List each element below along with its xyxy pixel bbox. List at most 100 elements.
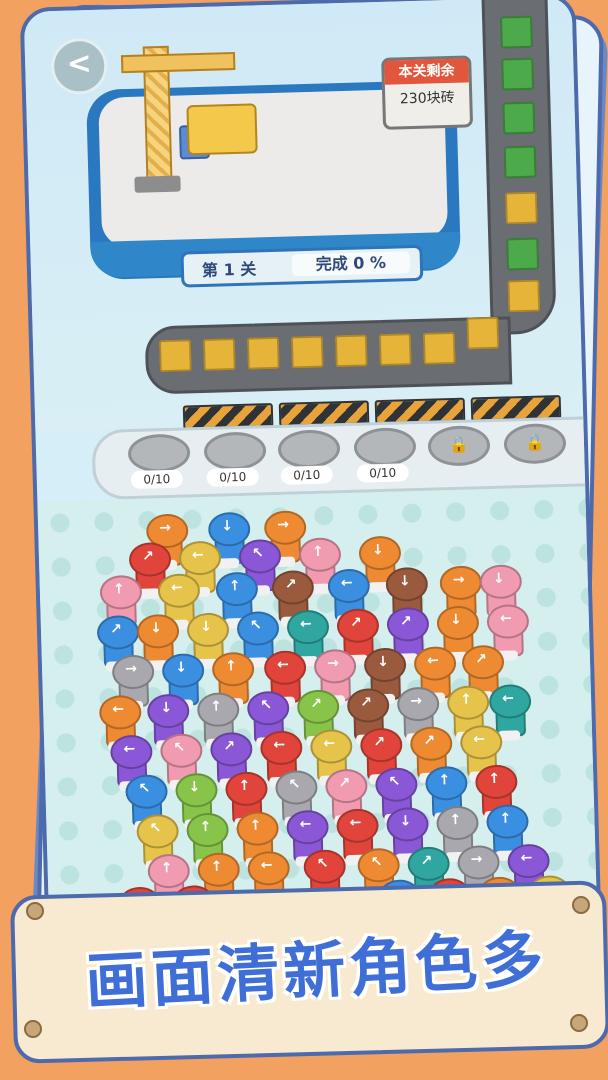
direction-arrow-icon: ← bbox=[260, 857, 273, 874]
direction-arrow-icon: ↖ bbox=[316, 855, 329, 872]
crane-base bbox=[134, 175, 181, 193]
brick-icon bbox=[422, 331, 456, 365]
nail-icon bbox=[26, 902, 44, 920]
direction-arrow-icon: ↑ bbox=[160, 860, 173, 877]
direction-arrow-icon: ← bbox=[323, 735, 336, 752]
direction-arrow-icon: ↓ bbox=[160, 699, 173, 717]
sign-title: 本关剩余 bbox=[384, 58, 469, 85]
direction-arrow-icon: ↗ bbox=[360, 694, 373, 711]
direction-arrow-icon: ↓ bbox=[199, 618, 213, 636]
nail-icon bbox=[570, 1014, 588, 1032]
direction-arrow-icon: ↓ bbox=[399, 813, 412, 830]
direction-arrow-icon: ↖ bbox=[138, 780, 151, 797]
direction-arrow-icon: ↓ bbox=[188, 779, 201, 796]
crane-arm bbox=[120, 51, 236, 74]
direction-arrow-icon: ← bbox=[276, 656, 290, 674]
direction-arrow-icon: ↓ bbox=[376, 653, 390, 671]
direction-arrow-icon: ↖ bbox=[251, 545, 265, 562]
direction-arrow-icon: ↓ bbox=[149, 620, 163, 637]
dump-truck-icon bbox=[186, 103, 258, 156]
brick-icon bbox=[378, 333, 412, 367]
brick-icon bbox=[246, 336, 280, 370]
remaining-bricks-sign: 本关剩余 230块砖 bbox=[381, 55, 474, 130]
direction-arrow-icon: ↑ bbox=[449, 811, 462, 829]
direction-arrow-icon: ↑ bbox=[488, 770, 501, 788]
lock-icon: 🔒 bbox=[448, 434, 470, 455]
slot-count: 0/10 bbox=[356, 463, 409, 483]
brick-icon bbox=[502, 101, 536, 135]
slot-count: 0/10 bbox=[206, 467, 260, 487]
direction-arrow-icon: ← bbox=[501, 690, 515, 707]
level-progress: 完成 0 % bbox=[291, 251, 411, 277]
direction-arrow-icon: → bbox=[470, 851, 483, 868]
direction-arrow-icon: ↑ bbox=[311, 543, 324, 560]
direction-arrow-icon: ↗ bbox=[338, 775, 351, 792]
direction-arrow-icon: ↗ bbox=[141, 548, 155, 565]
direction-arrow-icon: ↗ bbox=[284, 576, 297, 593]
brick-icon bbox=[504, 191, 538, 225]
direction-arrow-icon: ↓ bbox=[371, 541, 384, 559]
direction-arrow-icon: ↓ bbox=[221, 518, 234, 535]
direction-arrow-icon: ← bbox=[349, 814, 362, 832]
direction-arrow-icon: ↖ bbox=[288, 776, 301, 793]
direction-arrow-icon: → bbox=[452, 571, 465, 589]
direction-arrow-icon: ↑ bbox=[499, 810, 512, 827]
direction-arrow-icon: ↖ bbox=[370, 854, 383, 871]
direction-arrow-icon: ↗ bbox=[223, 738, 236, 755]
direction-arrow-icon: ← bbox=[273, 736, 286, 754]
direction-arrow-icon: ↗ bbox=[310, 695, 323, 713]
level-status: 第 1 关 完成 0 % bbox=[180, 244, 424, 288]
direction-arrow-icon: ← bbox=[520, 849, 533, 867]
direction-arrow-icon: ↖ bbox=[388, 773, 401, 790]
direction-arrow-icon: ↑ bbox=[210, 698, 223, 715]
game-screen: < 本关剩余 230块砖 第 1 关 完成 0 % 0/10 0/10 0/10 0/… bbox=[19, 0, 603, 976]
direction-arrow-icon: ← bbox=[473, 731, 486, 748]
direction-arrow-icon: ↓ bbox=[492, 570, 505, 587]
direction-arrow-icon: → bbox=[159, 519, 172, 537]
direction-arrow-icon: ↗ bbox=[399, 613, 412, 630]
brick-icon bbox=[501, 57, 535, 91]
brick-icon bbox=[500, 15, 533, 49]
direction-arrow-icon: ↗ bbox=[349, 614, 362, 631]
direction-arrow-icon: → bbox=[326, 655, 340, 672]
direction-arrow-icon: ↑ bbox=[210, 858, 223, 875]
direction-arrow-icon: ↖ bbox=[173, 739, 186, 756]
direction-arrow-icon: ↓ bbox=[174, 659, 188, 676]
slot-count: 0/10 bbox=[280, 465, 333, 485]
direction-arrow-icon: ↑ bbox=[224, 658, 238, 675]
brick-icon bbox=[158, 339, 192, 373]
direction-arrow-icon: ↑ bbox=[228, 578, 241, 595]
direction-arrow-icon: ↓ bbox=[398, 573, 411, 590]
direction-arrow-icon: ↖ bbox=[260, 697, 273, 714]
direction-arrow-icon: ↑ bbox=[438, 772, 451, 789]
direction-arrow-icon: → bbox=[277, 516, 290, 533]
direction-arrow-icon: ↑ bbox=[249, 817, 262, 834]
brick-icon bbox=[507, 279, 541, 313]
direction-arrow-icon: ← bbox=[170, 579, 183, 596]
chevron-left-icon: < bbox=[66, 45, 93, 82]
direction-arrow-icon: ↗ bbox=[420, 852, 433, 870]
conveyor-belt-horizontal bbox=[144, 316, 513, 395]
level-label: 第 1 关 bbox=[201, 259, 257, 280]
direction-arrow-icon: ↗ bbox=[474, 651, 488, 668]
lock-icon: 🔒 bbox=[524, 432, 546, 453]
direction-arrow-icon: ↖ bbox=[149, 820, 162, 837]
direction-arrow-icon: ↓ bbox=[449, 611, 462, 629]
direction-arrow-icon: ← bbox=[123, 741, 136, 758]
direction-arrow-icon: ↑ bbox=[199, 818, 212, 836]
direction-arrow-icon: ↗ bbox=[373, 734, 386, 751]
direction-arrow-icon: ↗ bbox=[423, 732, 436, 749]
direction-arrow-icon: ↑ bbox=[238, 777, 251, 795]
brick-icon bbox=[202, 338, 236, 371]
direction-arrow-icon: ↗ bbox=[109, 621, 123, 638]
direction-arrow-icon: ← bbox=[426, 652, 440, 669]
direction-arrow-icon: ↑ bbox=[459, 691, 473, 708]
direction-arrow-icon: → bbox=[125, 660, 138, 678]
brick-icon bbox=[290, 335, 324, 369]
direction-arrow-icon: ← bbox=[499, 610, 512, 627]
direction-arrow-icon: ← bbox=[191, 547, 205, 564]
direction-arrow-icon: ← bbox=[340, 574, 353, 592]
brick-icon bbox=[506, 237, 540, 271]
direction-arrow-icon: → bbox=[410, 692, 423, 710]
slot-count: 0/10 bbox=[130, 469, 184, 490]
